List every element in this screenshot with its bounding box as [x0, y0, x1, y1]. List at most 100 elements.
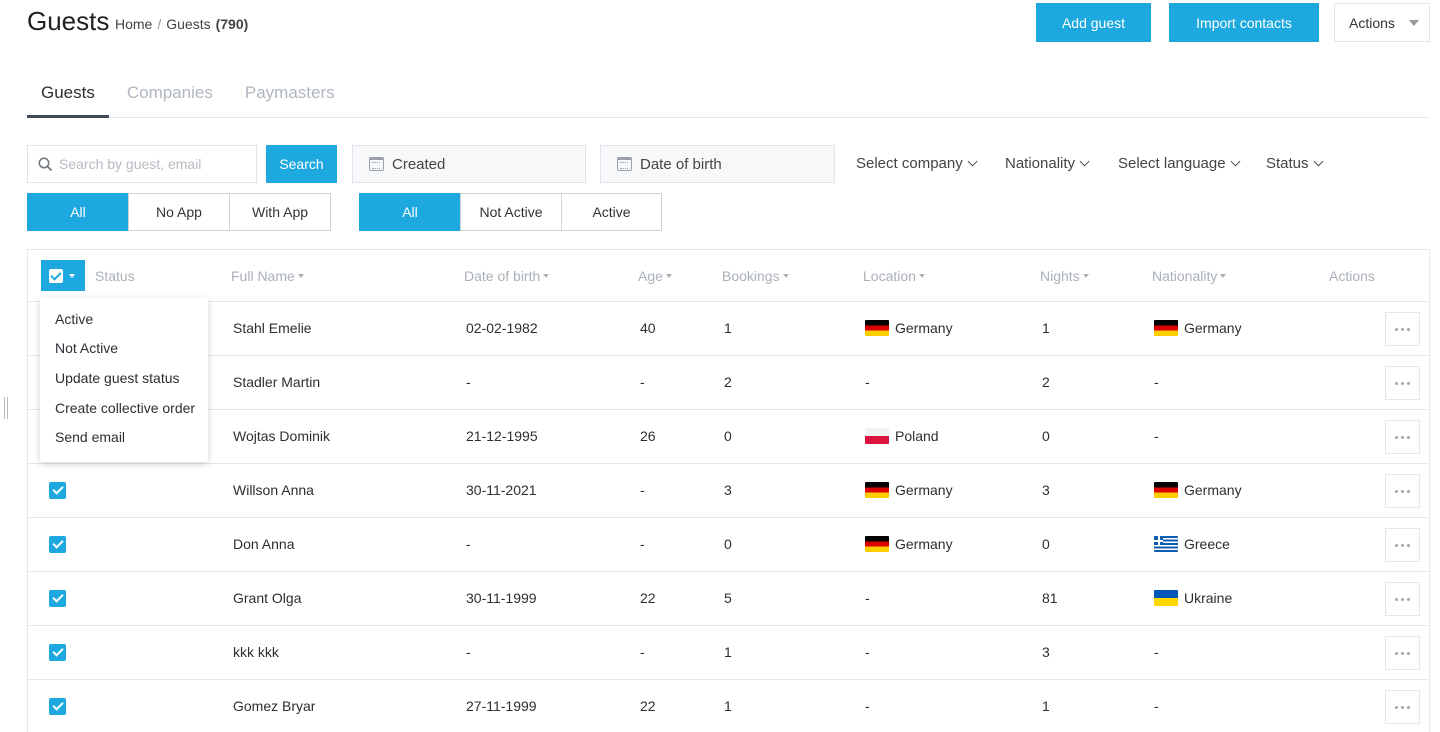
- row-checkbox[interactable]: [49, 536, 66, 553]
- app-filter-no-app[interactable]: No App: [128, 193, 230, 231]
- cell-full-name: Gomez Bryar: [233, 698, 316, 714]
- flag-ua-icon: [1154, 590, 1178, 606]
- select-all-checkbox[interactable]: [41, 260, 85, 291]
- sort-icon: [297, 274, 304, 278]
- cell-age: 22: [640, 590, 656, 606]
- created-date-filter[interactable]: Created: [352, 145, 586, 183]
- menu-item-active[interactable]: Active: [40, 304, 208, 334]
- more-dots-icon: [1395, 381, 1398, 385]
- column-bookings[interactable]: Bookings: [722, 268, 789, 284]
- table-row[interactable]: Willson Anna 30-11-2021 - 3 Germany 3 Ge…: [28, 464, 1429, 518]
- table-row[interactable]: Stahl Emelie 02-02-1982 40 1 Germany 1 G…: [28, 302, 1429, 356]
- select-company-dropdown[interactable]: Select company: [856, 155, 978, 172]
- flag-de-icon: [1154, 320, 1178, 336]
- table-header: Status Full Name Date of birth Age Booki…: [28, 250, 1429, 302]
- calendar-icon: [617, 157, 632, 171]
- more-dots-icon: [1395, 705, 1398, 709]
- sort-icon: [918, 274, 925, 278]
- cell-date-of-birth: 02-02-1982: [466, 320, 538, 336]
- tab-paymasters[interactable]: Paymasters: [231, 70, 349, 118]
- column-nationality[interactable]: Nationality: [1152, 268, 1227, 284]
- menu-item-send-email[interactable]: Send email: [40, 422, 208, 452]
- flag-pl-icon: [865, 428, 889, 444]
- breadcrumb-home[interactable]: Home: [115, 16, 152, 32]
- row-checkbox[interactable]: [49, 644, 66, 661]
- cell-bookings: 3: [724, 482, 732, 498]
- row-actions-button[interactable]: [1385, 690, 1420, 724]
- menu-item-create-collective-order[interactable]: Create collective order: [40, 393, 208, 423]
- chevron-down-icon: [1313, 156, 1323, 167]
- cell-age: -: [640, 374, 645, 390]
- status-dropdown[interactable]: Status: [1266, 155, 1323, 172]
- row-checkbox[interactable]: [49, 698, 66, 715]
- bulk-actions-menu: Active Not Active Update guest status Cr…: [40, 298, 208, 462]
- page-title: Guests: [27, 6, 110, 36]
- column-date-of-birth[interactable]: Date of birth: [464, 268, 550, 284]
- column-full-name[interactable]: Full Name: [231, 268, 304, 284]
- select-company-label: Select company: [856, 155, 963, 172]
- cell-nationality: Ukraine: [1154, 590, 1232, 606]
- sort-icon: [782, 274, 789, 278]
- column-actions: Actions: [1329, 268, 1375, 284]
- status-filter-active[interactable]: Active: [561, 193, 662, 231]
- menu-item-not-active[interactable]: Not Active: [40, 334, 208, 364]
- search-input[interactable]: [59, 156, 249, 172]
- tab-guests[interactable]: Guests: [27, 70, 109, 118]
- flag-de-icon: [865, 482, 889, 498]
- row-actions-button[interactable]: [1385, 366, 1420, 400]
- cell-nights: 81: [1042, 590, 1058, 606]
- table-row[interactable]: Gomez Bryar 27-11-1999 22 1 - 1 -: [28, 680, 1429, 732]
- cell-full-name: kkk kkk: [233, 644, 279, 660]
- cell-full-name: Willson Anna: [233, 482, 314, 498]
- menu-item-update-guest-status[interactable]: Update guest status: [40, 363, 208, 393]
- row-checkbox[interactable]: [49, 590, 66, 607]
- row-actions-button[interactable]: [1385, 528, 1420, 562]
- created-label: Created: [392, 155, 446, 173]
- nationality-dropdown[interactable]: Nationality: [1005, 155, 1090, 172]
- add-guest-button[interactable]: Add guest: [1036, 3, 1151, 42]
- status-filter-all[interactable]: All: [359, 193, 461, 231]
- search-button[interactable]: Search: [266, 145, 337, 183]
- cell-nationality: Germany: [1154, 482, 1242, 498]
- actions-dropdown[interactable]: Actions: [1334, 3, 1430, 42]
- tab-companies[interactable]: Companies: [113, 70, 227, 118]
- table-row[interactable]: Don Anna - - 0 Germany 0 Greece: [28, 518, 1429, 572]
- cell-full-name: Wojtas Dominik: [233, 428, 330, 444]
- flag-de-icon: [1154, 482, 1178, 498]
- column-nights[interactable]: Nights: [1040, 268, 1089, 284]
- column-status: Status: [95, 268, 135, 284]
- import-contacts-button[interactable]: Import contacts: [1169, 3, 1319, 42]
- cell-date-of-birth: -: [466, 536, 471, 552]
- table-row[interactable]: Wojtas Dominik 21-12-1995 26 0 Poland 0 …: [28, 410, 1429, 464]
- date-of-birth-filter[interactable]: Date of birth: [600, 145, 835, 183]
- row-checkbox[interactable]: [49, 482, 66, 499]
- cell-location: Poland: [865, 428, 939, 444]
- app-filter-with-app[interactable]: With App: [229, 193, 331, 231]
- row-actions-button[interactable]: [1385, 582, 1420, 616]
- resize-handle[interactable]: [4, 397, 8, 419]
- table-row[interactable]: Grant Olga 30-11-1999 22 5 - 81 Ukraine: [28, 572, 1429, 626]
- more-dots-icon: [1395, 435, 1398, 439]
- row-actions-button[interactable]: [1385, 636, 1420, 670]
- app-filter-all[interactable]: All: [27, 193, 129, 231]
- caret-down-icon: [1408, 19, 1419, 26]
- table-row[interactable]: kkk kkk - - 1 - 3 -: [28, 626, 1429, 680]
- status-filter-not-active[interactable]: Not Active: [460, 193, 562, 231]
- cell-nights: 0: [1042, 428, 1050, 444]
- cell-date-of-birth: 30-11-2021: [466, 482, 537, 498]
- status-label: Status: [1266, 155, 1309, 172]
- cell-age: 22: [640, 698, 656, 714]
- more-dots-icon: [1395, 543, 1398, 547]
- column-age[interactable]: Age: [638, 268, 672, 284]
- table-row[interactable]: Stadler Martin - - 2 - 2 -: [28, 356, 1429, 410]
- row-actions-button[interactable]: [1385, 420, 1420, 454]
- cell-nights: 0: [1042, 536, 1050, 552]
- cell-nationality: Greece: [1154, 536, 1230, 552]
- sort-icon: [543, 274, 550, 278]
- column-location[interactable]: Location: [863, 268, 925, 284]
- select-language-dropdown[interactable]: Select language: [1118, 155, 1241, 172]
- row-actions-button[interactable]: [1385, 312, 1420, 346]
- cell-location: -: [865, 590, 870, 606]
- row-actions-button[interactable]: [1385, 474, 1420, 508]
- sort-icon: [1082, 274, 1089, 278]
